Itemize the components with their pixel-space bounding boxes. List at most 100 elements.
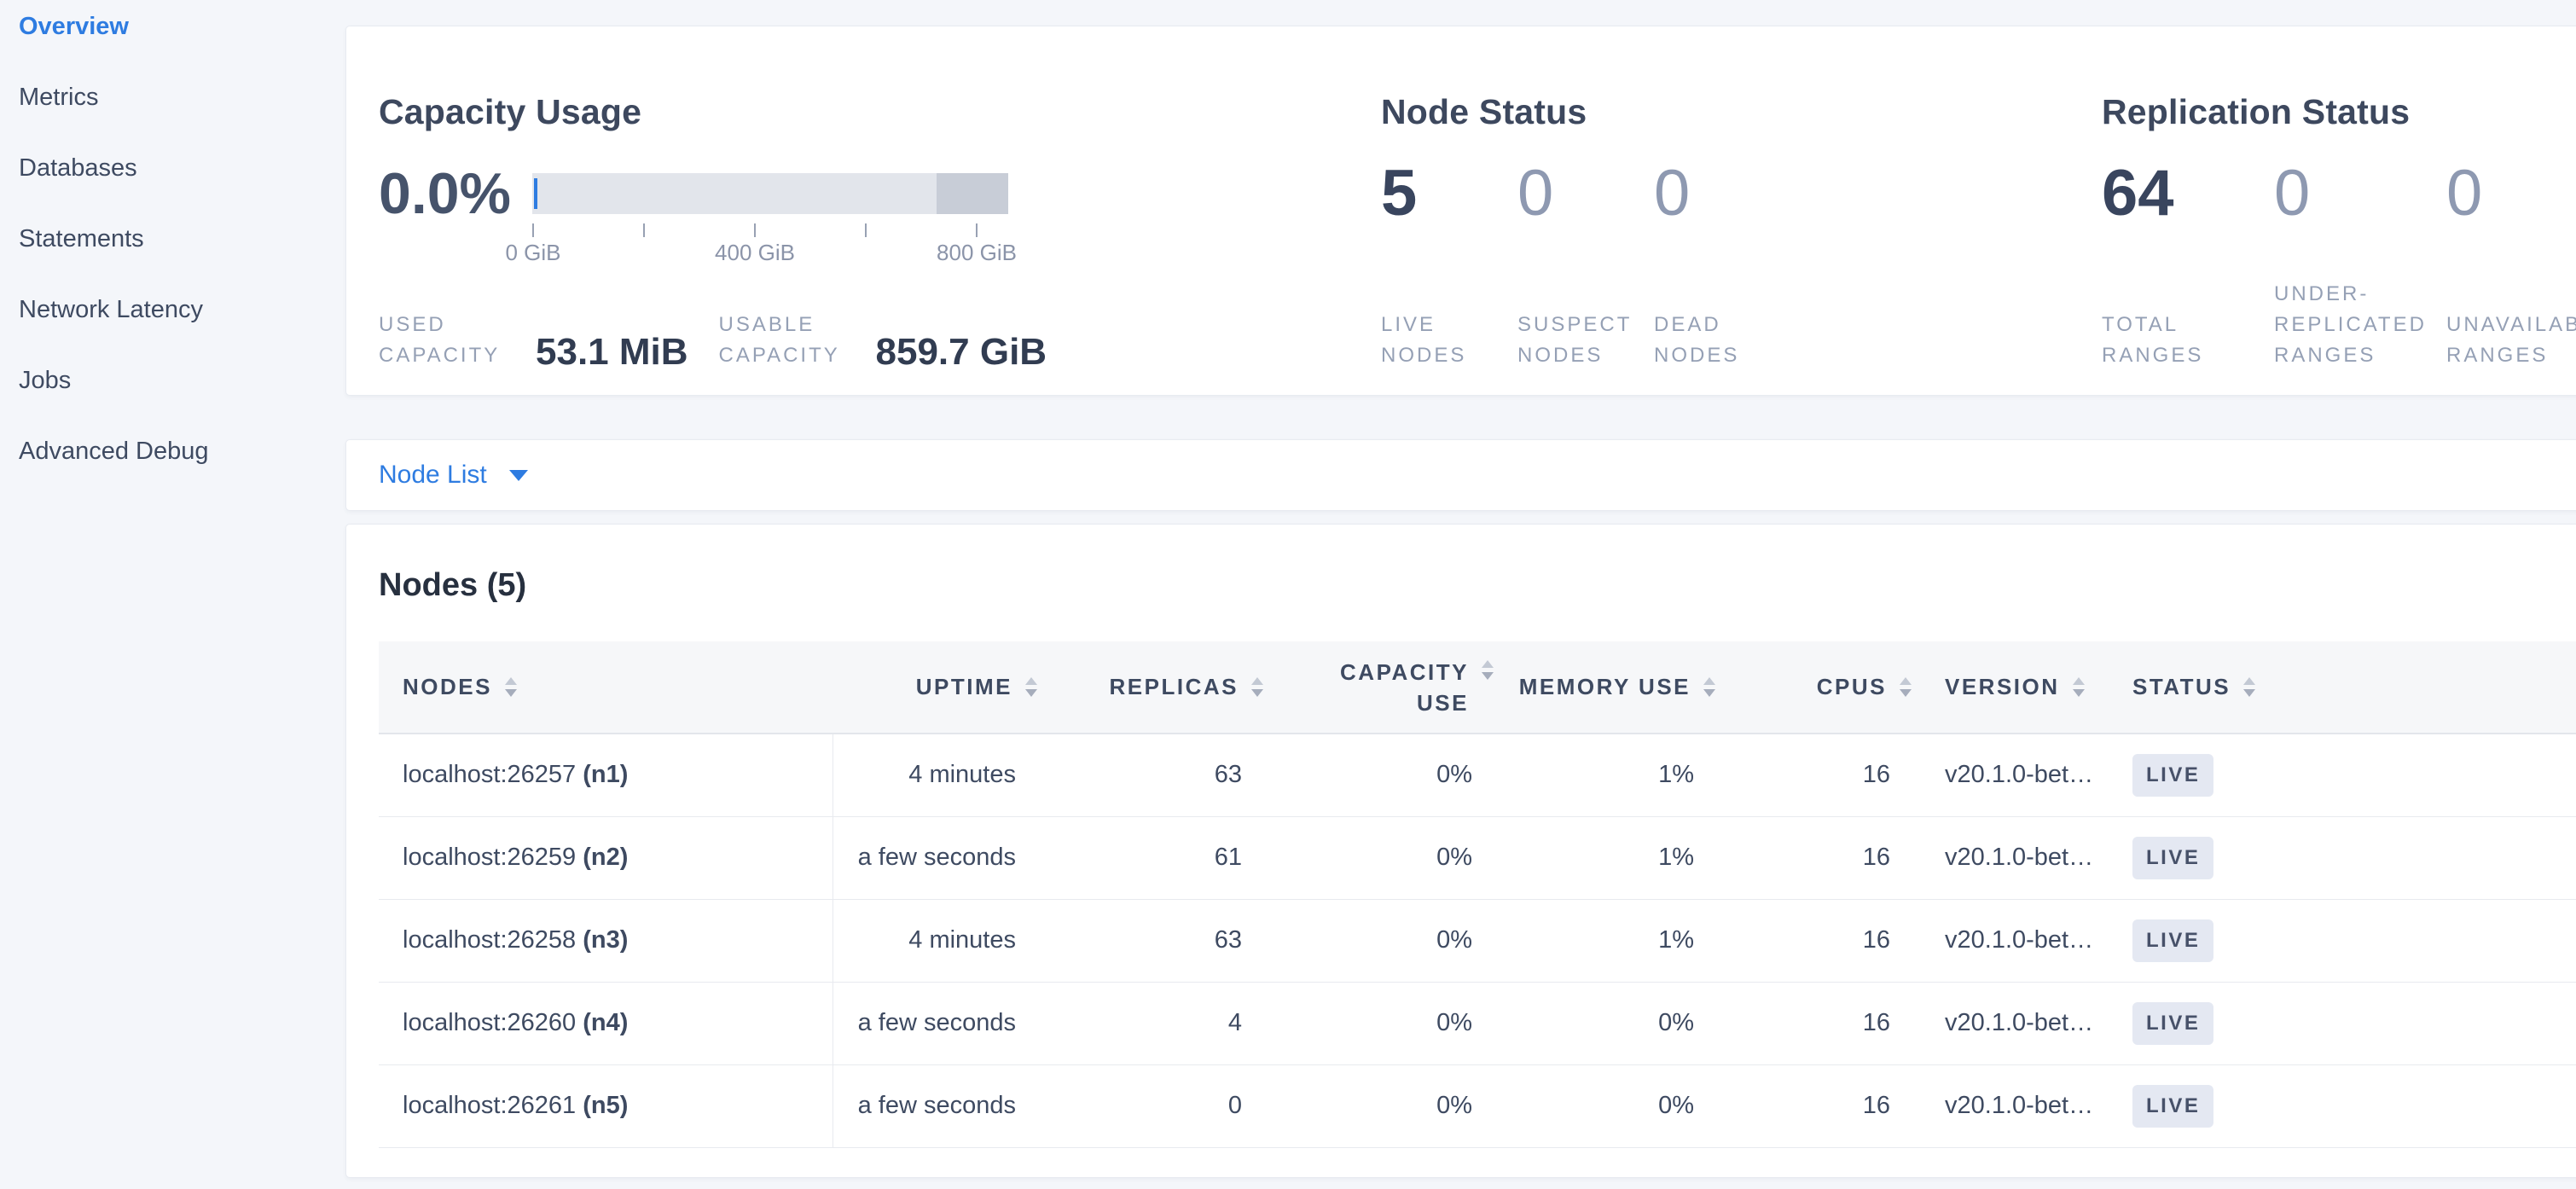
- sidebar-item-databases[interactable]: Databases: [19, 155, 345, 181]
- dead-nodes-value: 0: [1654, 161, 1790, 226]
- status-cell: LIVE: [2102, 899, 2576, 982]
- capacity-use-cell: 0%: [1266, 734, 1496, 816]
- capacity-bar-reserved: [937, 173, 1008, 214]
- capacity-use-cell: 0%: [1266, 899, 1496, 982]
- nodes-table: NODES UPTIME REPLICAS CAPACIT: [379, 641, 2576, 1148]
- replicas-cell: 63: [1040, 899, 1266, 982]
- capacity-percent: 0.0%: [379, 161, 532, 226]
- cpus-cell: 16: [1718, 982, 1914, 1064]
- capacity-bar-usable: [532, 173, 937, 214]
- capacity-use-cell: 0%: [1266, 982, 1496, 1064]
- node-address-cell: localhost:26259 (n2): [379, 816, 833, 899]
- live-nodes-value: 5: [1381, 161, 1517, 226]
- total-ranges-label: TOTAL RANGES: [2102, 310, 2272, 371]
- sort-icon[interactable]: [2241, 677, 2258, 697]
- version-cell: v20.1.0-bet…: [1914, 899, 2102, 982]
- nodes-table-card: Nodes (5) NODES UPTIME: [345, 524, 2576, 1178]
- column-header-replicas[interactable]: REPLICAS: [1040, 641, 1266, 734]
- column-header-capacity-use[interactable]: CAPACITY USE: [1266, 641, 1496, 734]
- uptime-cell: a few seconds: [833, 1064, 1040, 1147]
- cpus-cell: 16: [1718, 816, 1914, 899]
- column-header-nodes[interactable]: NODES: [379, 641, 833, 734]
- status-badge: LIVE: [2132, 837, 2213, 879]
- axis-tick: [976, 223, 978, 237]
- usable-capacity-label: USABLE CAPACITY: [719, 310, 845, 371]
- cpus-cell: 16: [1718, 1064, 1914, 1147]
- sort-icon[interactable]: [1479, 660, 1496, 680]
- column-header-uptime[interactable]: UPTIME: [833, 641, 1040, 734]
- capacity-use-cell: 0%: [1266, 1064, 1496, 1147]
- table-row-n3[interactable]: localhost:26258 (n3) 4 minutes 63 0% 1% …: [379, 899, 2576, 982]
- axis-tick: [532, 223, 534, 237]
- node-list-dropdown-label[interactable]: Node List: [379, 461, 487, 490]
- sort-icon[interactable]: [2070, 677, 2087, 697]
- sort-icon[interactable]: [502, 677, 519, 697]
- used-capacity-value: 53.1 MiB: [536, 334, 688, 371]
- node-address-cell: localhost:26261 (n5): [379, 1064, 833, 1147]
- capacity-use-cell: 0%: [1266, 816, 1496, 899]
- sort-icon[interactable]: [1249, 677, 1266, 697]
- replicas-cell: 63: [1040, 734, 1266, 816]
- sort-icon[interactable]: [1897, 677, 1914, 697]
- capacity-bar-chart: 0 GiB 400 GiB 800 GiB: [532, 173, 1008, 258]
- table-row-n2[interactable]: localhost:26259 (n2) a few seconds 61 0%…: [379, 816, 2576, 899]
- memory-use-cell: 1%: [1496, 899, 1718, 982]
- status-badge: LIVE: [2132, 754, 2213, 797]
- version-cell: v20.1.0-bet…: [1914, 1064, 2102, 1147]
- sort-icon[interactable]: [1701, 677, 1718, 697]
- sidebar-item-jobs[interactable]: Jobs: [19, 368, 345, 393]
- uptime-cell: 4 minutes: [833, 734, 1040, 816]
- table-row-n1[interactable]: localhost:26257 (n1) 4 minutes 63 0% 1% …: [379, 734, 2576, 816]
- column-header-version[interactable]: VERSION: [1914, 641, 2102, 734]
- axis-tick: [754, 223, 756, 237]
- column-header-cpus[interactable]: CPUS: [1718, 641, 1914, 734]
- sidebar-item-overview[interactable]: Overview: [19, 14, 345, 39]
- replicas-cell: 4: [1040, 982, 1266, 1064]
- unavailable-ranges-value: 0: [2446, 161, 2576, 226]
- under-replicated-ranges-label: UNDER-REPLICATED RANGES: [2274, 279, 2445, 371]
- sidebar-item-metrics[interactable]: Metrics: [19, 84, 345, 110]
- axis-label-800gib: 800 GiB: [937, 240, 1017, 266]
- sidebar-item-network-latency[interactable]: Network Latency: [19, 297, 345, 322]
- usable-capacity-value: 859.7 GiB: [876, 334, 1047, 371]
- node-status-section: Node Status 5 0 0 LIVE NODES SUSPECT NOD…: [1381, 91, 2102, 371]
- node-address-cell: localhost:26260 (n4): [379, 982, 833, 1064]
- column-header-status[interactable]: STATUS: [2102, 641, 2576, 734]
- capacity-axis: 0 GiB 400 GiB 800 GiB: [532, 214, 976, 258]
- page: Overview Metrics Databases Statements Ne…: [0, 0, 2576, 1189]
- uptime-cell: a few seconds: [833, 816, 1040, 899]
- sidebar: Overview Metrics Databases Statements Ne…: [0, 0, 345, 1189]
- total-ranges-value: 64: [2102, 161, 2274, 226]
- memory-use-cell: 0%: [1496, 1064, 1718, 1147]
- column-header-memory-use[interactable]: MEMORY USE: [1496, 641, 1718, 734]
- table-row-n5[interactable]: localhost:26261 (n5) a few seconds 0 0% …: [379, 1064, 2576, 1147]
- capacity-usage-section: Capacity Usage 0.0%: [379, 91, 1381, 371]
- capacity-bar: [532, 173, 1008, 214]
- memory-use-cell: 1%: [1496, 734, 1718, 816]
- replicas-cell: 61: [1040, 816, 1266, 899]
- cluster-summary-card: Capacity Usage 0.0%: [345, 26, 2576, 396]
- uptime-cell: a few seconds: [833, 982, 1040, 1064]
- sidebar-item-advanced-debug[interactable]: Advanced Debug: [19, 438, 345, 464]
- suspect-nodes-value: 0: [1517, 161, 1654, 226]
- cpus-cell: 16: [1718, 899, 1914, 982]
- used-capacity-marker: [534, 178, 537, 209]
- axis-label-0gib: 0 GiB: [505, 240, 560, 266]
- nodes-table-title: Nodes (5): [379, 567, 2576, 604]
- table-row-n4[interactable]: localhost:26260 (n4) a few seconds 4 0% …: [379, 982, 2576, 1064]
- node-list-dropdown[interactable]: Node List: [345, 439, 2576, 511]
- main-content: Capacity Usage 0.0%: [345, 0, 2576, 1189]
- sidebar-item-statements[interactable]: Statements: [19, 226, 345, 252]
- axis-tick: [643, 223, 645, 237]
- dead-nodes-label: DEAD NODES: [1654, 310, 1782, 371]
- under-replicated-ranges-value: 0: [2274, 161, 2446, 226]
- sort-icon[interactable]: [1023, 677, 1040, 697]
- unavailable-ranges-label: UNAVAILABLE RANGES: [2446, 310, 2576, 371]
- uptime-cell: 4 minutes: [833, 899, 1040, 982]
- chevron-down-icon[interactable]: [509, 470, 528, 481]
- status-badge: LIVE: [2132, 919, 2213, 962]
- node-address-cell: localhost:26257 (n1): [379, 734, 833, 816]
- node-status-title: Node Status: [1381, 91, 2102, 132]
- replication-status-section: Replication Status 64 0 0 TOTAL RANGES U…: [2102, 91, 2576, 371]
- used-capacity-label: USED CAPACITY: [379, 310, 505, 371]
